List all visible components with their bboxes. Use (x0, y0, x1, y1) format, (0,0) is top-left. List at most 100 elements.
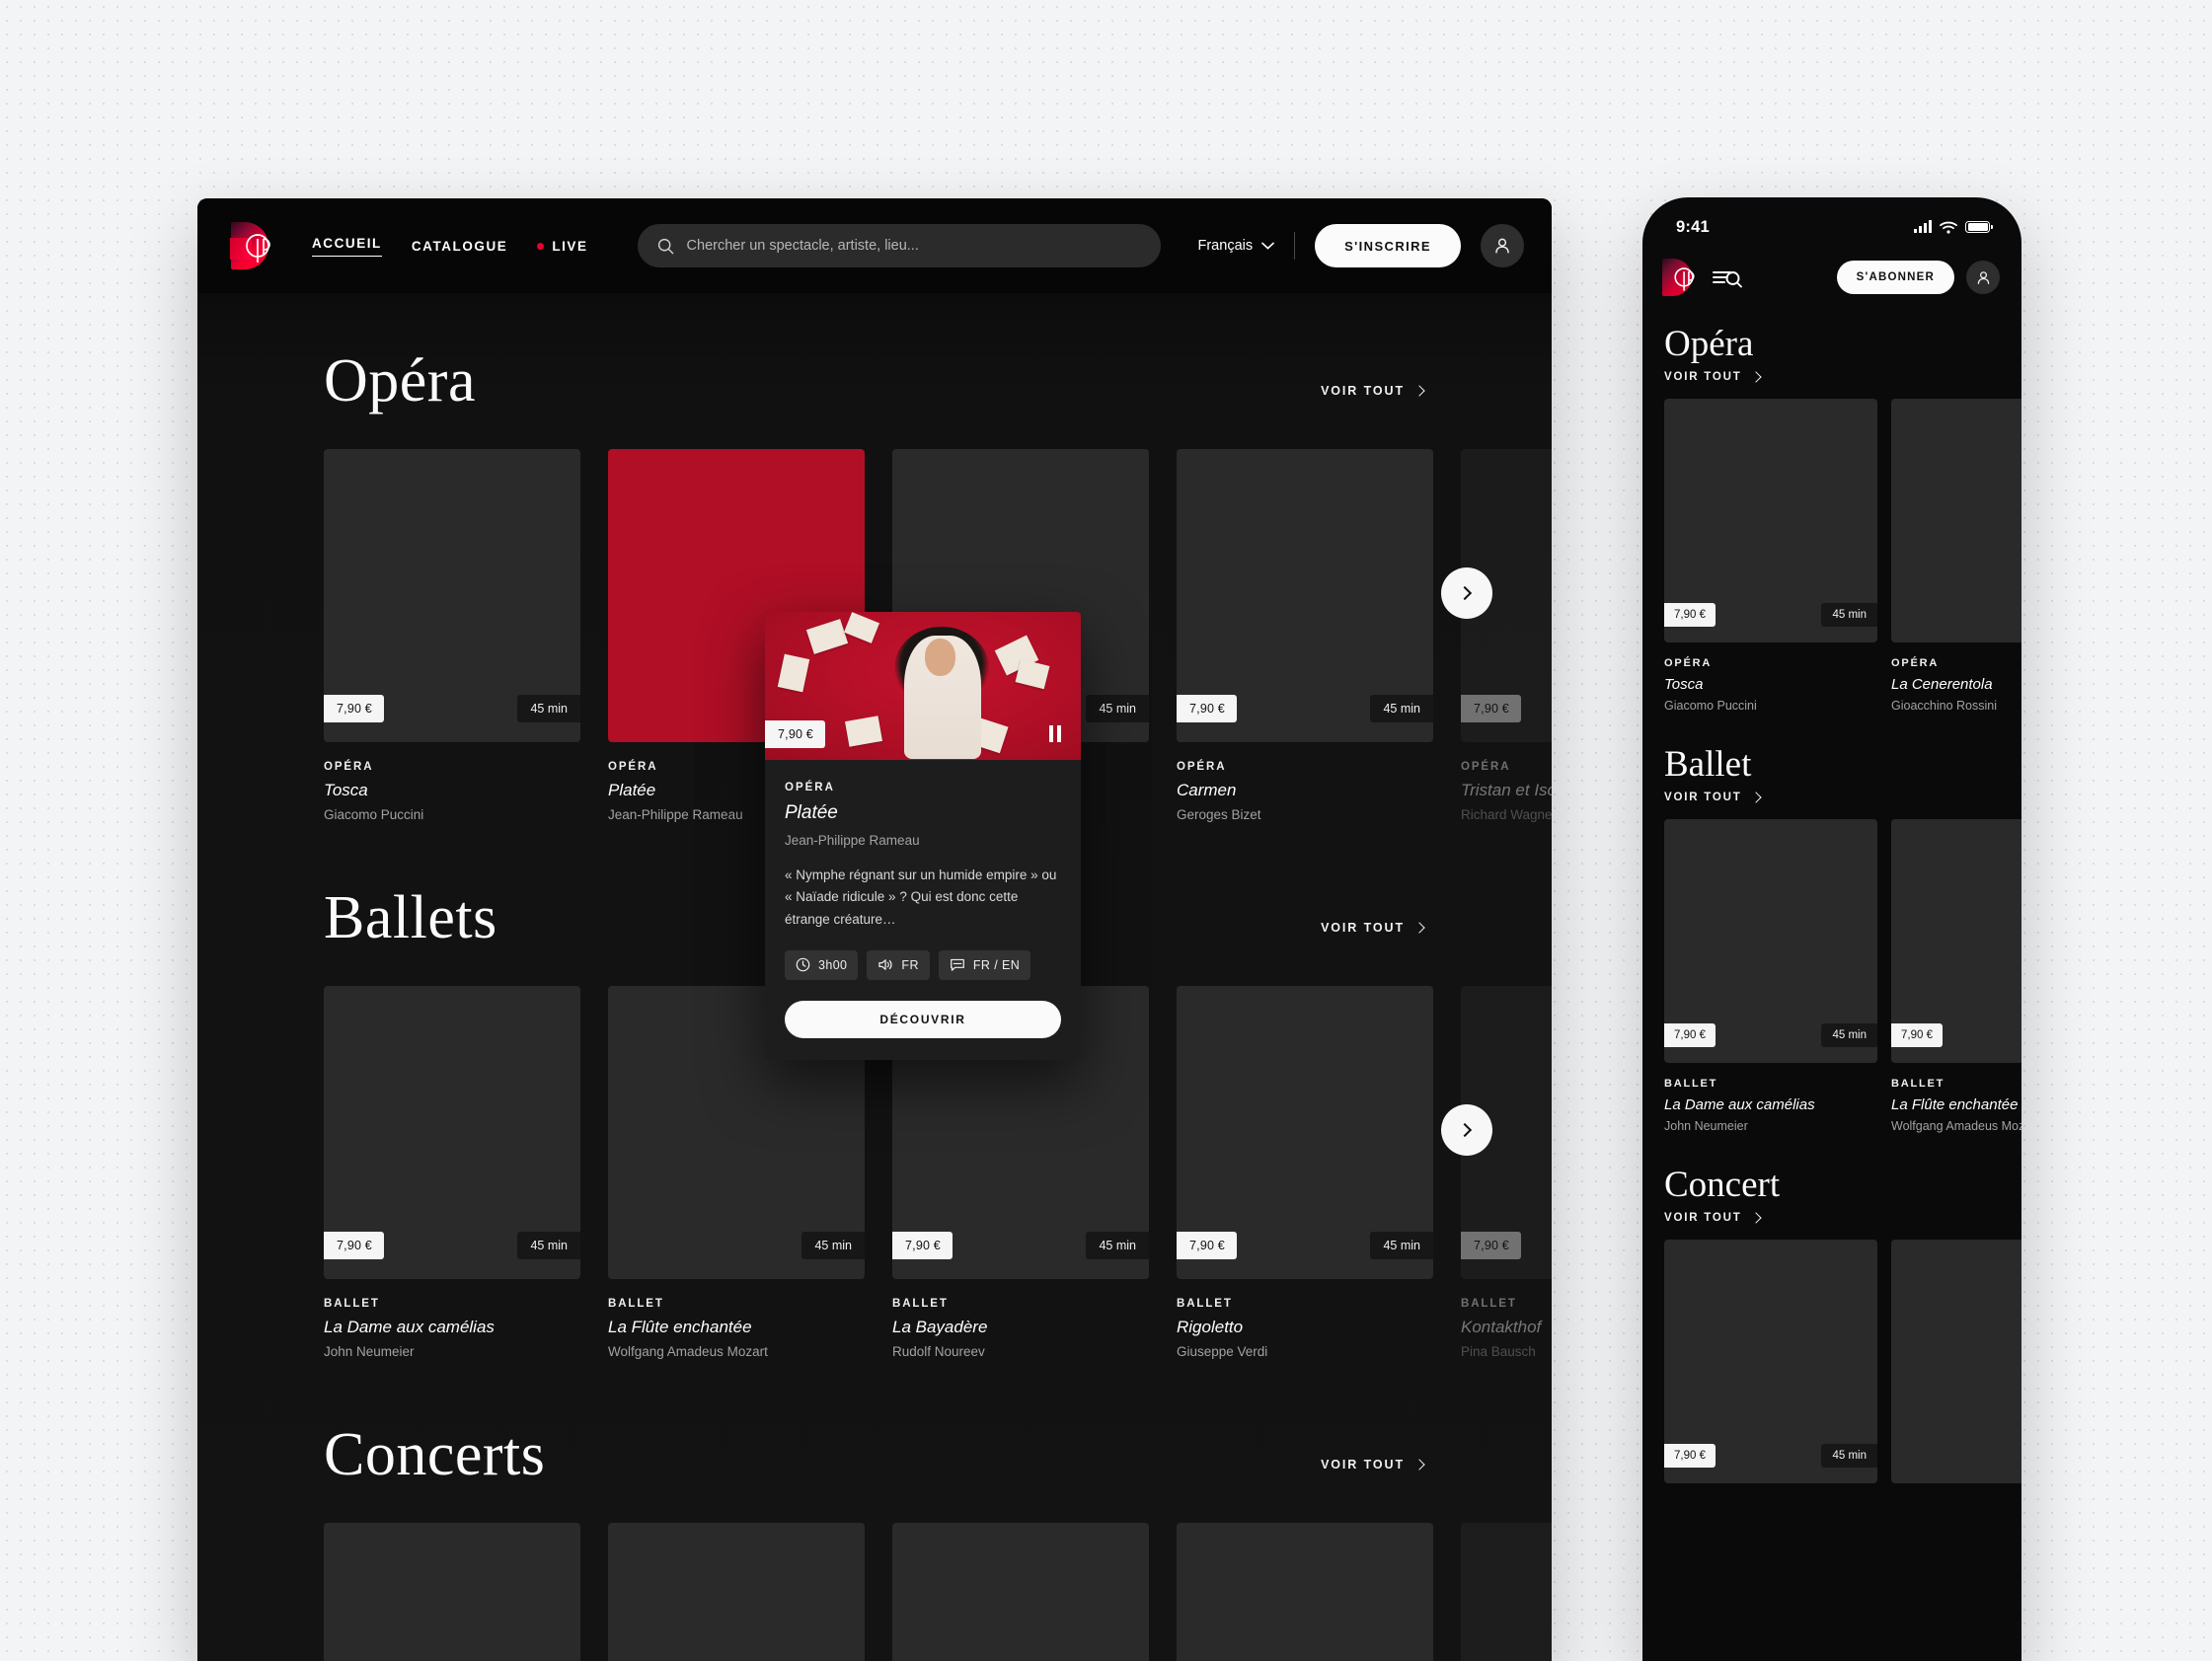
see-all-opera[interactable]: VOIR TOUT (1321, 384, 1425, 398)
card-opera-0[interactable]: 7,90 € 45 min OPÉRA Tosca Giacomo Puccin… (324, 449, 580, 822)
decor-paper (1015, 658, 1050, 690)
chevron-right-icon (1749, 1211, 1762, 1224)
logo-monogram-icon (246, 234, 270, 263)
mobile-carousel-ballet[interactable]: 7,90 € 45 min BALLET La Dame aux camélia… (1664, 818, 2021, 1133)
discover-button[interactable]: DÉCOUVRIR (785, 1000, 1061, 1038)
card-title: Tristan et Isolde (1461, 781, 1552, 799)
card-concert-0[interactable] (324, 1523, 580, 1661)
carousel-next-ballets[interactable] (1441, 1104, 1492, 1156)
audio-icon (878, 959, 892, 971)
show-preview-popup[interactable]: 7,90 € OPÉRA Platée Jean-Philippe Rameau… (765, 612, 1081, 1060)
signup-button[interactable]: S'INSCRIRE (1315, 224, 1461, 267)
mobile-card-ballet-0[interactable]: 7,90 € 45 min BALLET La Dame aux camélia… (1664, 818, 1877, 1133)
chip-label: 3h00 (818, 957, 848, 972)
card-title: La Bayadère (892, 1318, 988, 1336)
chip-duration: 3h00 (785, 949, 859, 980)
card-subtitle: Pina Bausch (1461, 1344, 1536, 1359)
see-all-label: VOIR TOUT (1664, 1211, 1742, 1224)
mobile-card-concert-1[interactable] (1891, 1239, 2021, 1483)
card-kicker: OPÉRA (1461, 761, 1511, 773)
header-divider (1294, 232, 1296, 260)
see-all-label: VOIR TOUT (1664, 370, 1742, 383)
card-title: La Cenerentola (1891, 675, 1993, 693)
card-title: Carmen (1177, 781, 1237, 799)
card-subtitle: Giuseppe Verdi (1177, 1344, 1268, 1359)
mobile-carousel-concert[interactable]: 7,90 € 45 min (1664, 1239, 2021, 1483)
language-selector[interactable]: Français (1198, 238, 1275, 254)
card-concert-4[interactable] (1461, 1523, 1552, 1661)
card-kicker: BALLET (608, 1298, 664, 1310)
chevron-right-icon (1413, 922, 1425, 934)
pause-icon[interactable] (1049, 725, 1061, 742)
mobile-see-all-opera[interactable]: VOIR TOUT (1664, 371, 2021, 383)
search-bar[interactable] (637, 224, 1161, 267)
mobile-see-all-concert[interactable]: VOIR TOUT (1664, 1212, 2021, 1224)
search-icon (657, 238, 673, 254)
nav-item-live[interactable]: LIVE (537, 239, 587, 254)
nav-item-live-label[interactable]: LIVE (552, 239, 587, 254)
popup-title: Platée (785, 802, 838, 823)
card-concert-1[interactable] (608, 1523, 865, 1661)
card-opera-4[interactable]: 7,90 € OPÉRA Tristan et Isolde Richard W… (1461, 449, 1552, 822)
mobile-section-ballet: Ballet VOIR TOUT 7,90 € 45 min BALLET La… (1664, 745, 2021, 1133)
card-kicker: BALLET (324, 1298, 380, 1310)
price-badge: 7,90 € (1664, 1022, 1716, 1047)
price-badge: 7,90 € (1664, 602, 1716, 627)
section-header-concerts: Concerts VOIR TOUT (324, 1424, 1552, 1485)
card-thumbnail: 7,90 € 45 min (324, 986, 580, 1279)
section-title-concerts: Concerts (324, 1421, 546, 1488)
price-badge: 7,90 € (324, 1232, 384, 1259)
see-all-concerts[interactable]: VOIR TOUT (1321, 1458, 1425, 1472)
card-concert-3[interactable] (1177, 1523, 1433, 1661)
card-ballet-0[interactable]: 7,90 € 45 min BALLET La Dame aux camélia… (324, 986, 580, 1359)
card-subtitle: Wolfgang Amadeus Mozart (1891, 1118, 2021, 1133)
opera-logo[interactable] (1660, 256, 1706, 299)
card-subtitle: John Neumeier (324, 1344, 415, 1359)
mobile-card-ballet-1[interactable]: 7,90 € BALLET La Flûte enchantée Wolfgan… (1891, 818, 2021, 1133)
card-thumbnail (892, 1523, 1149, 1661)
card-thumbnail (324, 1523, 580, 1661)
menu-search-button[interactable] (1712, 265, 1743, 289)
mobile-status-bar: 9:41 (1642, 197, 2021, 247)
card-kicker: OPÉRA (1177, 761, 1227, 773)
price-badge: 7,90 € (1461, 695, 1521, 722)
mobile-carousel-opera[interactable]: 7,90 € 45 min OPÉRA Tosca Giacomo Puccin… (1664, 398, 2021, 713)
search-input[interactable] (686, 238, 1141, 254)
popup-hero-image: 7,90 € (765, 612, 1081, 760)
see-all-ballets[interactable]: VOIR TOUT (1321, 921, 1425, 935)
mobile-see-all-ballet[interactable]: VOIR TOUT (1664, 792, 2021, 803)
card-subtitle: Rudolf Noureev (892, 1344, 985, 1359)
card-opera-3[interactable]: 7,90 € 45 min OPÉRA Carmen Geroges Bizet (1177, 449, 1433, 822)
nav-item-catalogue[interactable]: CATALOGUE (412, 239, 507, 254)
card-ballet-3[interactable]: 7,90 € 45 min BALLET Rigoletto Giuseppe … (1177, 986, 1433, 1359)
user-icon (1495, 238, 1509, 254)
opera-logo[interactable] (227, 218, 284, 273)
mobile-card-concert-0[interactable]: 7,90 € 45 min (1664, 1239, 1877, 1483)
clock-icon (796, 958, 810, 972)
price-badge: 7,90 € (324, 695, 384, 722)
status-indicators (1914, 220, 1993, 234)
see-all-label: VOIR TOUT (1321, 921, 1405, 935)
mobile-card-opera-1[interactable]: OPÉRA La Cenerentola Gioacchino Rossini (1891, 398, 2021, 713)
decor-paper (844, 612, 880, 643)
chip-audio: FR (867, 949, 930, 980)
card-kicker: BALLET (1664, 1077, 1718, 1090)
carousel-next-opera[interactable] (1441, 567, 1492, 619)
mobile-card-opera-0[interactable]: 7,90 € 45 min OPÉRA Tosca Giacomo Puccin… (1664, 398, 1877, 713)
account-button[interactable] (1481, 224, 1524, 267)
duration-badge: 45 min (1370, 1232, 1433, 1259)
popup-subtitle: Jean-Philippe Rameau (785, 833, 920, 848)
chevron-down-icon (1261, 242, 1274, 250)
mobile-device: 9:41 S'ABONNER Opéra VOIR TOUT 7,90 € 45… (1642, 197, 2021, 1661)
duration-badge: 45 min (1821, 1443, 1877, 1468)
card-thumbnail: 7,90 € 45 min (1664, 818, 1877, 1063)
subscribe-button[interactable]: S'ABONNER (1836, 261, 1954, 294)
nav-item-accueil[interactable]: ACCUEIL (312, 236, 382, 257)
card-ballet-4[interactable]: 7,90 € BALLET Kontakthof Pina Bausch (1461, 986, 1552, 1359)
chip-label: FR / EN (972, 957, 1021, 972)
chevron-right-icon (1413, 385, 1425, 397)
carousel-concerts[interactable] (324, 1523, 1552, 1661)
account-button[interactable] (1966, 261, 2000, 294)
card-concert-2[interactable] (892, 1523, 1149, 1661)
